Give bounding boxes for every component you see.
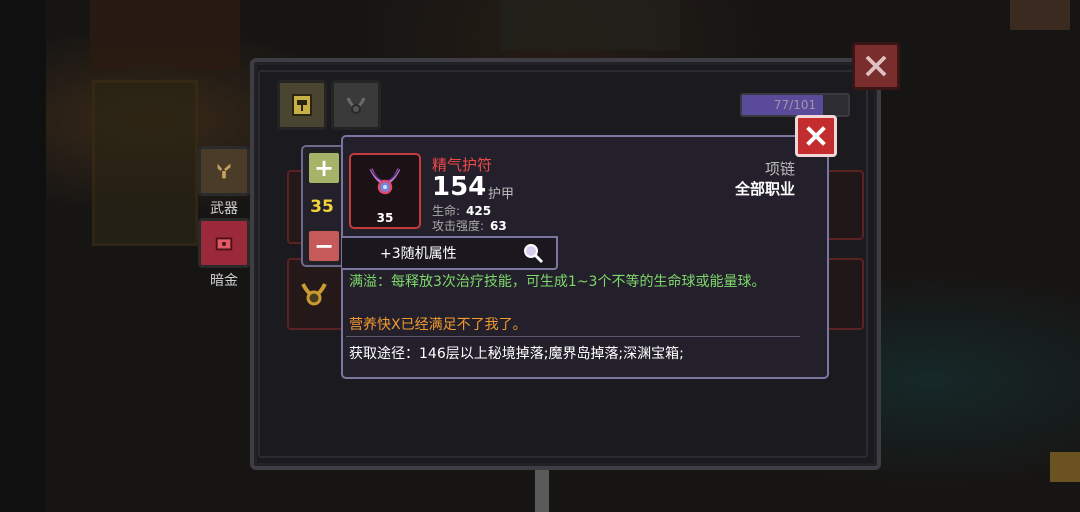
item-flavor-text: 营养快X已经满足不了我了。 bbox=[349, 317, 527, 333]
sword-icon bbox=[198, 146, 250, 196]
equipment-card[interactable] bbox=[826, 258, 864, 330]
tab-unique-gold[interactable]: 暗金 bbox=[196, 218, 252, 290]
chest-icon bbox=[198, 218, 250, 268]
item-armor-value: 154 bbox=[432, 172, 487, 202]
item-source-text: 获取途径：146层以上秘境掉落;魔界岛掉落;深渊宝箱; bbox=[349, 346, 684, 362]
stat-row-attack: 攻击强度: 63 bbox=[432, 217, 507, 234]
background-decoration bbox=[92, 80, 198, 246]
item-effect-text: 满溢：每释放3次治疗技能，可生成1~3个不等的生命球或能量球。 bbox=[349, 274, 766, 290]
item-class-restriction: 全部职业 bbox=[734, 180, 795, 198]
helmet-icon bbox=[292, 94, 312, 116]
stat-value: 425 bbox=[466, 204, 492, 218]
search-icon[interactable] bbox=[522, 242, 544, 264]
amulet-icon bbox=[369, 168, 401, 195]
plus-icon: + bbox=[313, 154, 335, 182]
helmet-slot-button[interactable] bbox=[277, 80, 327, 130]
stat-label: 生命: bbox=[432, 204, 461, 218]
background-decoration bbox=[90, 0, 240, 70]
random-attribute-label: +3随机属性 bbox=[380, 246, 457, 262]
tooltip-close-button[interactable] bbox=[795, 115, 837, 157]
background-decoration bbox=[535, 470, 549, 512]
item-type: 项链 bbox=[764, 160, 795, 178]
background-decoration bbox=[500, 0, 680, 50]
background-edge bbox=[0, 0, 46, 512]
level-increase-button[interactable]: + bbox=[307, 151, 341, 185]
stat-label: 攻击强度: bbox=[432, 219, 485, 233]
close-icon bbox=[806, 126, 826, 146]
background-decoration bbox=[1010, 0, 1070, 30]
necklace-slot-button[interactable] bbox=[331, 80, 381, 130]
item-icon-frame: 35 bbox=[349, 153, 421, 229]
tab-unique-gold-label: 暗金 bbox=[210, 273, 238, 289]
level-stepper: + 35 − bbox=[301, 145, 343, 267]
random-attribute-bar[interactable]: +3随机属性 bbox=[342, 236, 558, 270]
item-armor-label: 护甲 bbox=[488, 187, 515, 202]
item-level: 35 bbox=[376, 211, 394, 225]
background-decoration bbox=[1050, 452, 1080, 482]
inventory-capacity-bar: 77/101 bbox=[740, 93, 850, 117]
tab-weapon-label: 武器 bbox=[210, 201, 238, 217]
divider bbox=[346, 336, 800, 337]
tab-weapon[interactable]: 武器 bbox=[196, 146, 252, 218]
inventory-close-button[interactable] bbox=[852, 42, 900, 90]
inventory-capacity-text: 77/101 bbox=[773, 98, 817, 112]
equipment-card[interactable] bbox=[826, 170, 864, 240]
necklace-icon bbox=[346, 97, 366, 114]
level-value: 35 bbox=[310, 197, 334, 217]
close-icon bbox=[865, 55, 887, 77]
level-decrease-button[interactable]: − bbox=[307, 229, 341, 263]
equipment-card-necklace[interactable] bbox=[287, 258, 343, 330]
stat-value: 63 bbox=[490, 219, 507, 233]
minus-icon: − bbox=[313, 232, 335, 260]
necklace-icon bbox=[301, 283, 327, 306]
